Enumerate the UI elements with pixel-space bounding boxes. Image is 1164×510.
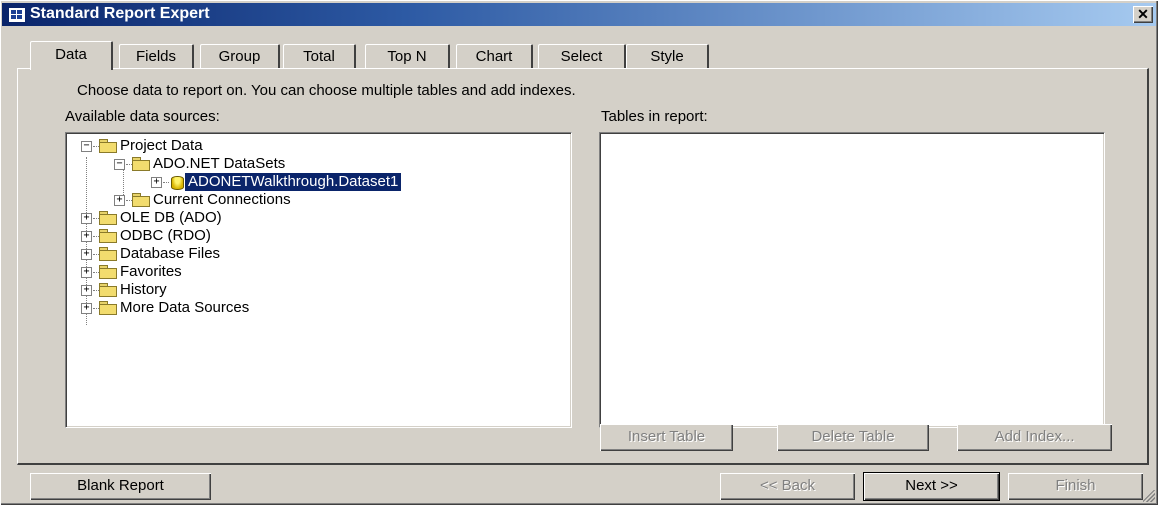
report-app-icon	[8, 7, 26, 23]
expand-icon[interactable]: +	[151, 177, 162, 188]
tree-node-adonet-walkthrough-dataset1[interactable]: + ADONETWalkthrough.Dataset1	[66, 172, 566, 192]
tab-label: Select	[560, 48, 603, 65]
tree-node-label: OLE DB (ADO)	[120, 209, 222, 226]
folder-icon	[99, 139, 117, 153]
expand-icon[interactable]: +	[114, 195, 125, 206]
expand-icon[interactable]: +	[81, 249, 92, 260]
expand-icon[interactable]: +	[81, 213, 92, 224]
close-button[interactable]: ✕	[1133, 6, 1153, 23]
delete-table-button[interactable]: Delete Table	[777, 424, 929, 451]
tree-node-label: Current Connections	[153, 191, 291, 208]
next-button[interactable]: Next >>	[863, 472, 1000, 501]
tab-label: Style	[650, 48, 684, 65]
tree-node-ole-db[interactable]: + OLE DB (ADO)	[66, 209, 566, 227]
finish-button[interactable]: Finish	[1008, 473, 1143, 500]
tab-fields[interactable]: Fields	[119, 44, 194, 68]
expand-icon[interactable]: +	[81, 285, 92, 296]
tab-label: Chart	[475, 48, 513, 65]
tree-node-database-files[interactable]: + Database Files	[66, 245, 566, 263]
tab-top-n[interactable]: Top N	[365, 44, 450, 68]
add-index-button[interactable]: Add Index...	[957, 424, 1112, 451]
tab-label: Top N	[387, 48, 427, 65]
insert-table-button[interactable]: Insert Table	[600, 424, 733, 451]
tree-node-label: More Data Sources	[120, 299, 250, 316]
folder-icon	[99, 229, 117, 243]
folder-icon	[99, 301, 117, 315]
tree-node-adonet-datasets[interactable]: − ADO.NET DataSets	[66, 155, 566, 173]
folder-icon	[99, 211, 117, 225]
database-icon	[171, 176, 184, 190]
tree-node-project-data[interactable]: − Project Data	[66, 137, 566, 155]
report-expert-window: Standard Report Expert ✕ Data Fields Gro…	[0, 0, 1158, 505]
folder-icon	[99, 247, 117, 261]
add-index-label: Add Index...	[994, 428, 1075, 445]
tree-connector-line	[163, 182, 169, 183]
tables-in-report-label: Tables in report:	[601, 108, 708, 125]
finish-label: Finish	[1055, 477, 1096, 494]
insert-table-label: Insert Table	[627, 428, 706, 445]
expand-icon[interactable]: +	[81, 231, 92, 242]
tab-select[interactable]: Select	[538, 44, 626, 68]
delete-table-label: Delete Table	[811, 428, 895, 445]
folder-icon	[99, 283, 117, 297]
title-bar[interactable]: Standard Report Expert ✕	[2, 3, 1156, 26]
tree-node-label: History	[120, 281, 167, 298]
tab-label: Total	[303, 48, 335, 65]
tab-data[interactable]: Data	[30, 41, 113, 70]
resize-grip-icon[interactable]	[1143, 490, 1155, 502]
close-icon: ✕	[1137, 6, 1149, 22]
tree-node-odbc[interactable]: + ODBC (RDO)	[66, 227, 566, 245]
blank-report-label: Blank Report	[77, 477, 164, 494]
tree-node-label: ADO.NET DataSets	[153, 155, 286, 172]
collapse-icon[interactable]: −	[81, 141, 92, 152]
expand-icon[interactable]: +	[81, 267, 92, 278]
window-title: Standard Report Expert	[30, 5, 210, 22]
folder-icon	[99, 265, 117, 279]
available-sources-label: Available data sources:	[65, 108, 220, 125]
tree-node-label: Project Data	[120, 137, 203, 154]
folder-icon	[132, 193, 150, 207]
instruction-text: Choose data to report on. You can choose…	[77, 82, 576, 99]
tree-node-current-connections[interactable]: + Current Connections	[66, 191, 566, 209]
tab-label: Group	[218, 48, 261, 65]
back-button[interactable]: << Back	[720, 473, 855, 500]
tab-chart[interactable]: Chart	[456, 44, 533, 68]
tree-node-label: Favorites	[120, 263, 182, 280]
back-label: << Back	[759, 477, 816, 494]
tree-node-label: ADONETWalkthrough.Dataset1	[183, 172, 403, 192]
tree-node-favorites[interactable]: + Favorites	[66, 263, 566, 281]
tab-total[interactable]: Total	[283, 44, 356, 68]
collapse-icon[interactable]: −	[114, 159, 125, 170]
tab-label: Data	[55, 46, 87, 63]
tab-label: Fields	[135, 48, 176, 65]
tree-node-label: ODBC (RDO)	[120, 227, 211, 244]
expand-icon[interactable]: +	[81, 303, 92, 314]
tab-group[interactable]: Group	[200, 44, 280, 68]
data-sources-tree[interactable]: − Project Data − ADO.NET DataSets + ADON…	[65, 132, 572, 428]
folder-icon	[132, 157, 150, 171]
tree-node-label: Database Files	[120, 245, 221, 262]
blank-report-button[interactable]: Blank Report	[30, 473, 211, 500]
tables-in-report-list[interactable]	[599, 132, 1105, 428]
next-label: Next >>	[905, 477, 958, 494]
tree-node-more-data-sources[interactable]: + More Data Sources	[66, 299, 566, 317]
tab-style[interactable]: Style	[626, 44, 709, 68]
tree-node-history[interactable]: + History	[66, 281, 566, 299]
